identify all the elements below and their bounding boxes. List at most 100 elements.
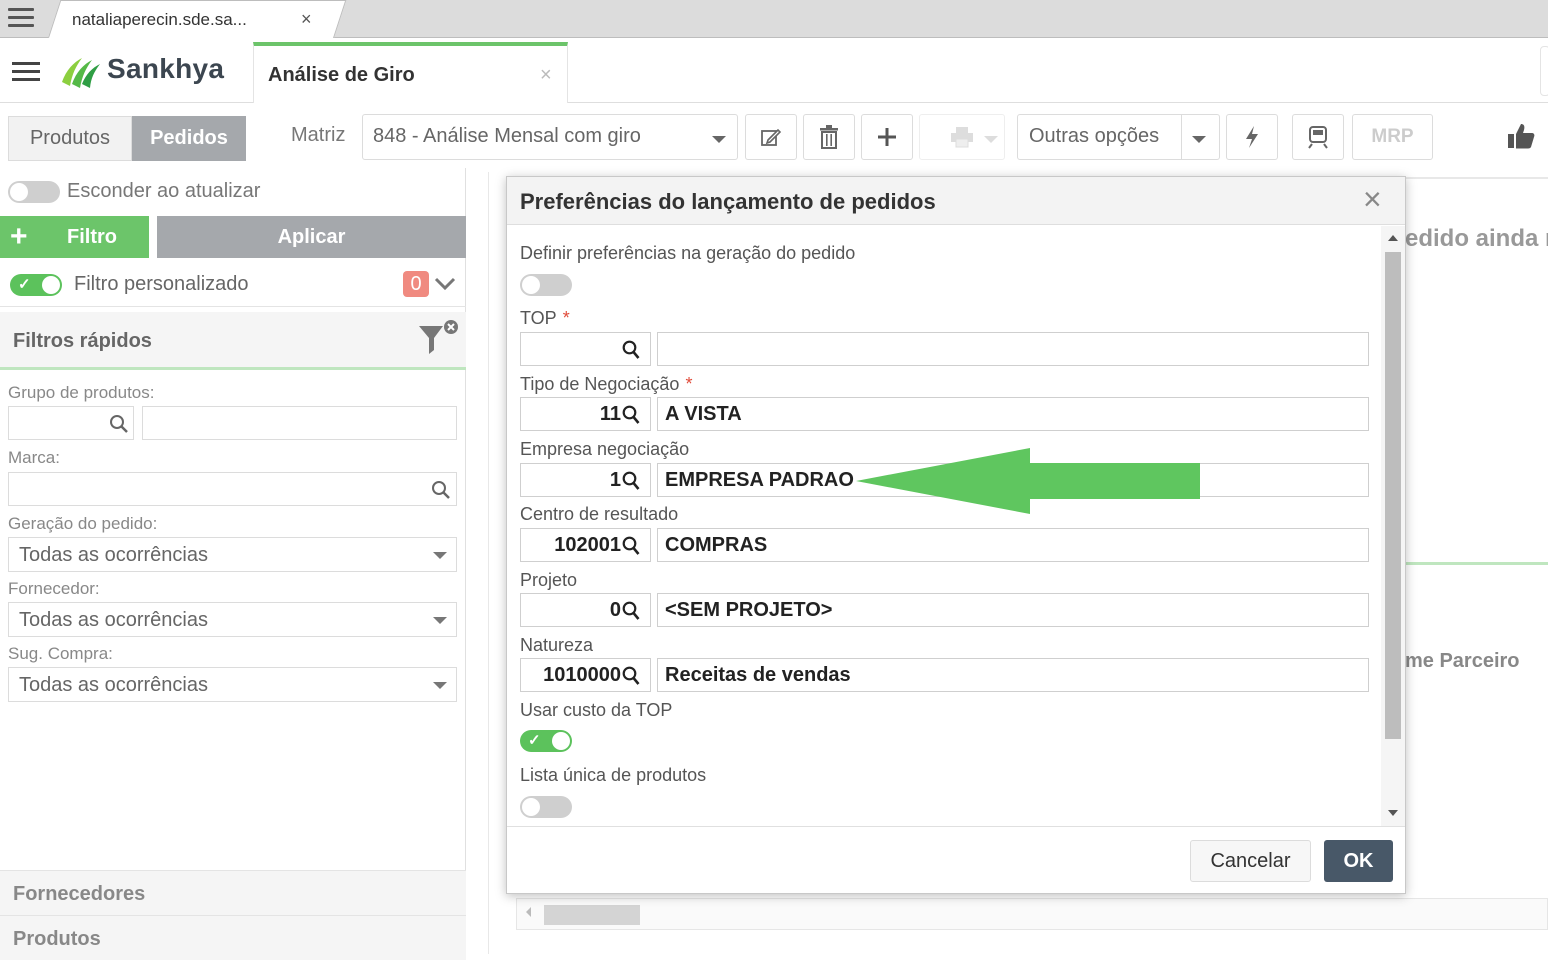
- definir-label: Definir preferências na geração do pedid…: [520, 243, 856, 263]
- thumbs-up-icon[interactable]: [1507, 122, 1535, 150]
- tipo-negociacao-desc-input[interactable]: A VISTA: [657, 397, 1369, 431]
- search-icon[interactable]: [431, 480, 451, 500]
- marca-input[interactable]: [8, 472, 457, 506]
- top-desc-input[interactable]: [657, 332, 1369, 366]
- natureza-code: 1010000: [543, 664, 621, 686]
- natureza-desc: Receitas de vendas: [665, 664, 851, 686]
- scroll-up-icon[interactable]: [1388, 235, 1398, 241]
- print-button[interactable]: [919, 114, 1005, 160]
- toolbar: Produtos Pedidos Matriz 848 - Análise Me…: [0, 104, 1548, 168]
- app-tab-analise-giro[interactable]: Análise de Giro ×: [253, 42, 568, 103]
- aplicar-button[interactable]: Aplicar: [157, 216, 466, 258]
- browser-menu-icon[interactable]: [6, 6, 36, 30]
- search-icon[interactable]: [109, 414, 129, 434]
- outras-opcoes-label: Outras opções: [1029, 125, 1160, 147]
- geracao-select[interactable]: Todas as ocorrências: [8, 537, 457, 572]
- hamburger-menu-icon[interactable]: [12, 62, 40, 82]
- grupo-produtos-desc-input[interactable]: [142, 406, 457, 440]
- segment-pedidos[interactable]: Pedidos: [132, 116, 246, 161]
- projeto-code-input[interactable]: 0: [520, 593, 651, 627]
- lista-unica-toggle[interactable]: [520, 796, 572, 818]
- train-button[interactable]: [1292, 114, 1344, 160]
- empresa-code-input[interactable]: 1: [520, 463, 651, 497]
- projeto-desc-input[interactable]: <SEM PROJETO>: [657, 593, 1369, 627]
- scroll-thumb[interactable]: [1385, 252, 1401, 739]
- natureza-label: Natureza: [520, 635, 594, 655]
- train-icon: [1308, 126, 1328, 149]
- projeto-code: 0: [609, 599, 621, 621]
- clear-filter-icon[interactable]: [417, 318, 459, 358]
- filtro-personalizado-label: Filtro personalizado: [74, 273, 249, 295]
- tipo-negociacao-code-input[interactable]: 11: [520, 397, 651, 431]
- mrp-button[interactable]: MRP: [1352, 114, 1433, 160]
- required-mark: *: [685, 374, 693, 394]
- chevron-down-icon: [433, 617, 447, 624]
- dialog-body: Definir preferências na geração do pedid…: [507, 226, 1405, 826]
- search-icon[interactable]: [622, 601, 640, 621]
- tipo-negociacao-desc: A VISTA: [665, 403, 742, 425]
- plus-icon: [878, 128, 896, 146]
- esconder-toggle[interactable]: [8, 181, 60, 203]
- definir-toggle[interactable]: [520, 274, 572, 296]
- plus-icon: +: [10, 220, 28, 253]
- matriz-select[interactable]: 848 - Análise Mensal com giro: [362, 114, 738, 160]
- filtro-label: Filtro: [67, 226, 117, 248]
- top-code-input[interactable]: [520, 332, 651, 366]
- centro-resultado-desc: COMPRAS: [665, 534, 768, 556]
- divider: [1181, 115, 1182, 159]
- sug-compra-select[interactable]: Todas as ocorrências: [8, 667, 457, 702]
- scroll-left-icon[interactable]: [526, 907, 531, 917]
- natureza-code-input[interactable]: 1010000: [520, 658, 651, 692]
- browser-tab-strip: nataliaperecin.sde.sa... ×: [0, 0, 1548, 38]
- add-filtro-button[interactable]: + Filtro: [0, 216, 149, 258]
- cancel-button[interactable]: Cancelar: [1190, 840, 1311, 882]
- outras-opcoes-dropdown[interactable]: Outras opções: [1017, 114, 1220, 160]
- centro-resultado-label: Centro de resultado: [520, 504, 679, 524]
- header-right-control[interactable]: [1540, 46, 1548, 96]
- grupo-produtos-code-input[interactable]: [8, 406, 134, 440]
- segment-produtos[interactable]: Produtos: [8, 116, 132, 161]
- filtro-personalizado-toggle[interactable]: ✓: [10, 274, 62, 296]
- browser-tab-close-icon[interactable]: ×: [301, 9, 312, 30]
- matriz-value: 848 - Análise Mensal com giro: [373, 125, 641, 147]
- produtos-label: Produtos: [13, 928, 101, 950]
- chevron-down-icon[interactable]: [434, 277, 456, 291]
- fornecedores-label: Fornecedores: [13, 883, 146, 905]
- fornecedor-select[interactable]: Todas as ocorrências: [8, 602, 457, 637]
- close-icon[interactable]: ×: [1363, 183, 1382, 215]
- usar-custo-toggle[interactable]: ✓: [520, 730, 572, 752]
- empresa-label: Empresa negociação: [520, 439, 690, 459]
- ok-button[interactable]: OK: [1324, 840, 1393, 882]
- fornecedores-section[interactable]: Fornecedores: [0, 870, 466, 915]
- search-icon[interactable]: [622, 405, 640, 425]
- search-icon[interactable]: [622, 340, 640, 360]
- scroll-thumb[interactable]: [544, 905, 640, 925]
- dialog-footer: Cancelar OK: [507, 826, 1405, 893]
- filtros-rapidos-header[interactable]: Filtros rápidos: [0, 312, 466, 370]
- add-button[interactable]: [861, 114, 913, 160]
- chevron-down-icon: [1192, 136, 1206, 143]
- tipo-negociacao-label: Tipo de Negociação *: [520, 374, 693, 394]
- produtos-section[interactable]: Produtos: [0, 915, 466, 960]
- centro-resultado-desc-input[interactable]: COMPRAS: [657, 528, 1369, 562]
- fornecedor-value: Todas as ocorrências: [19, 609, 208, 631]
- esconder-label: Esconder ao atualizar: [67, 180, 261, 202]
- search-icon[interactable]: [622, 471, 640, 491]
- delete-button[interactable]: [803, 114, 855, 160]
- natureza-desc-input[interactable]: Receitas de vendas: [657, 658, 1369, 692]
- chevron-down-icon: [984, 136, 998, 143]
- horizontal-scrollbar[interactable]: [516, 898, 1548, 930]
- dialog-scrollbar[interactable]: [1381, 226, 1405, 826]
- lightning-button[interactable]: [1226, 114, 1278, 160]
- dialog-header: Preferências do lançamento de pedidos ×: [507, 177, 1405, 225]
- fornecedor-label: Fornecedor:: [8, 579, 100, 598]
- centro-resultado-code-input[interactable]: 102001: [520, 528, 651, 562]
- app-tab-close-icon[interactable]: ×: [540, 64, 552, 87]
- search-icon[interactable]: [622, 666, 640, 686]
- search-icon[interactable]: [622, 536, 640, 556]
- annotation-arrow-icon: [856, 448, 1200, 514]
- chevron-down-icon: [712, 136, 726, 143]
- app-header: Sankhya Análise de Giro ×: [0, 38, 1548, 103]
- edit-button[interactable]: [745, 114, 797, 160]
- scroll-down-icon[interactable]: [1388, 810, 1398, 816]
